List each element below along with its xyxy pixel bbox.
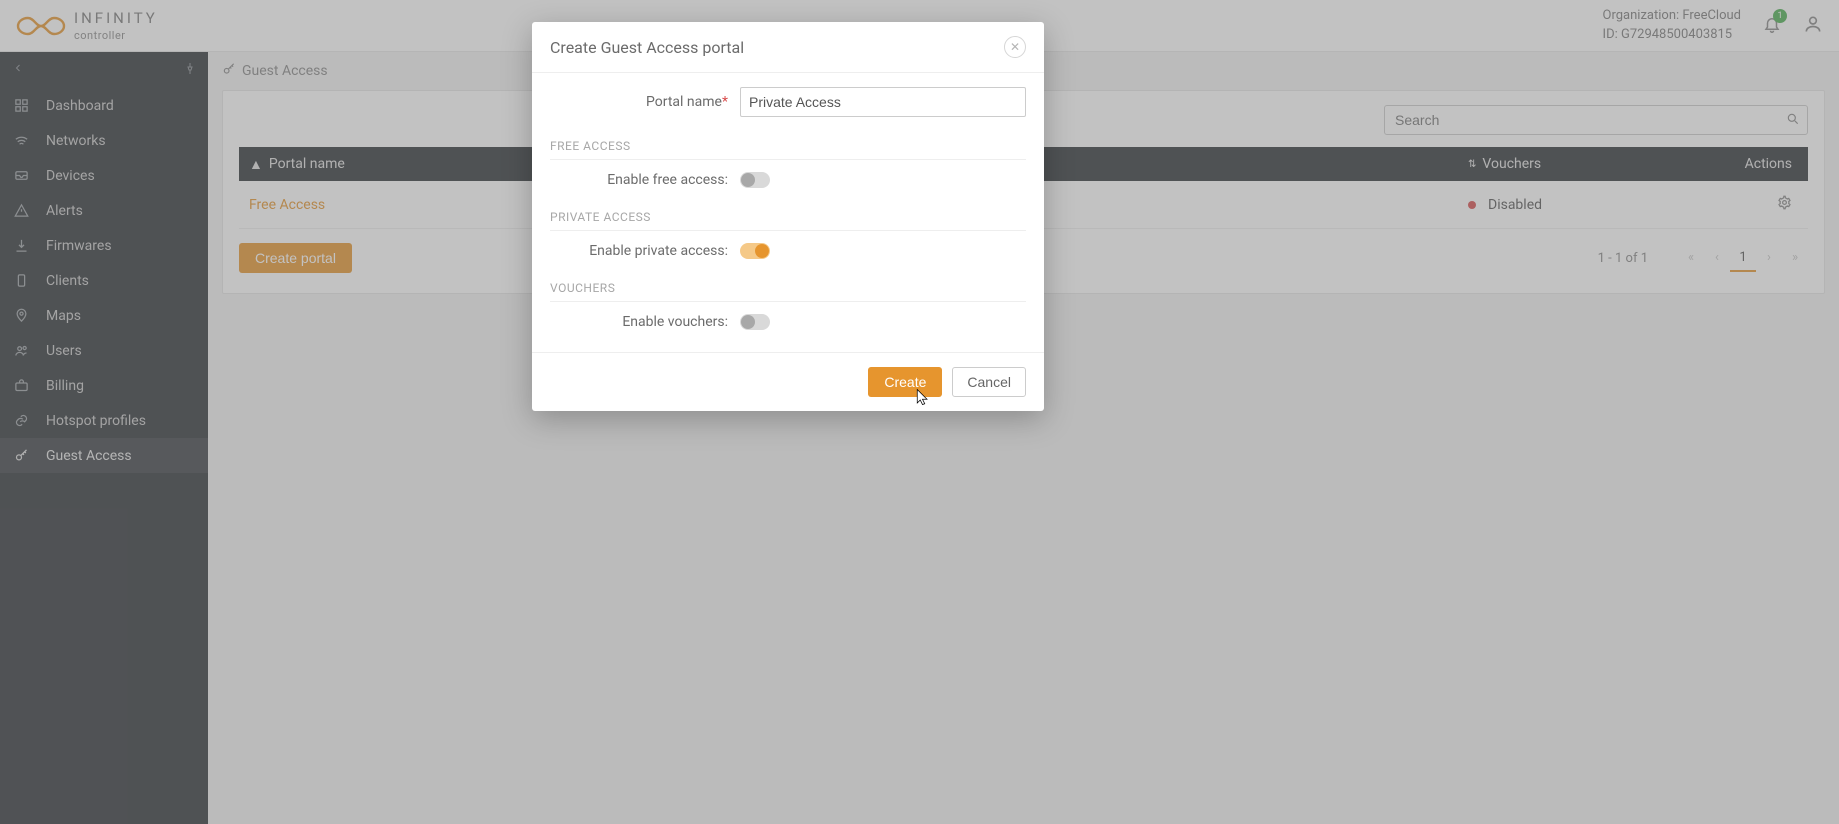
vouchers-toggle[interactable] [740,314,770,330]
private-access-toggle[interactable] [740,243,770,259]
modal-cancel-button[interactable]: Cancel [952,367,1026,397]
modal-title: Create Guest Access portal [550,38,744,57]
portal-name-label: Portal name [646,94,722,110]
modal-close-button[interactable]: ✕ [1004,36,1026,58]
portal-name-input[interactable] [740,87,1026,117]
vouchers-label: Enable vouchers: [550,314,740,330]
free-access-toggle[interactable] [740,172,770,188]
section-vouchers: VOUCHERS [550,271,1026,302]
section-free-access: FREE ACCESS [550,129,1026,160]
close-icon: ✕ [1010,40,1020,54]
create-portal-modal: Create Guest Access portal ✕ Portal name… [532,22,1044,411]
free-access-label: Enable free access: [550,172,740,188]
private-access-label: Enable private access: [550,243,740,259]
modal-create-button[interactable]: Create [868,367,942,397]
section-private-access: PRIVATE ACCESS [550,200,1026,231]
